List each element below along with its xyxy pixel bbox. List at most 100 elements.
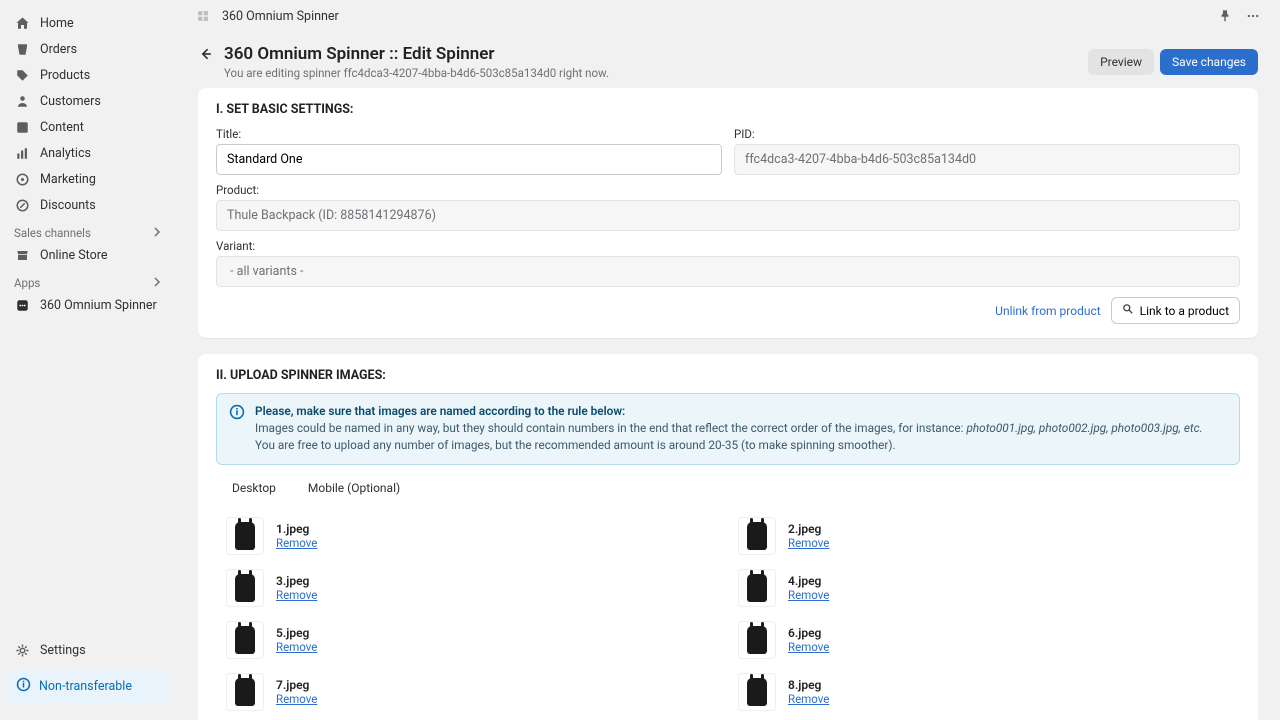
- sidebar-item-online-store[interactable]: Online Store: [0, 242, 176, 268]
- remove-image-link[interactable]: Remove: [788, 640, 829, 654]
- image-filename: 1.jpeg: [276, 522, 317, 536]
- pin-icon[interactable]: [1216, 7, 1234, 25]
- image-filename: 3.jpeg: [276, 574, 317, 588]
- remove-image-link[interactable]: Remove: [276, 588, 317, 602]
- customers-icon: [14, 93, 30, 109]
- remove-image-link[interactable]: Remove: [788, 588, 829, 602]
- sidebar-item-label: Marketing: [40, 172, 96, 187]
- variant-input: [216, 256, 1240, 287]
- chevron-right-icon[interactable]: [152, 276, 162, 290]
- pid-input: [734, 144, 1240, 175]
- image-item: 2.jpegRemove: [738, 515, 1230, 557]
- info-icon: [16, 677, 31, 696]
- tab-mobile[interactable]: Mobile (Optional): [292, 475, 416, 501]
- image-thumbnail: [738, 621, 776, 659]
- link-icon: [1122, 303, 1134, 318]
- image-filename: 2.jpeg: [788, 522, 829, 536]
- section-heading: I. SET BASIC SETTINGS:: [216, 102, 1240, 117]
- section-heading: II. UPLOAD SPINNER IMAGES:: [216, 368, 1240, 383]
- card-basic-settings: I. SET BASIC SETTINGS: Title: PID: Produ…: [198, 88, 1258, 338]
- sidebar-item-discounts[interactable]: Discounts: [0, 192, 176, 218]
- preview-button[interactable]: Preview: [1088, 49, 1154, 75]
- remove-image-link[interactable]: Remove: [788, 692, 829, 706]
- back-button[interactable]: [198, 44, 214, 66]
- sidebar-item-content[interactable]: Content: [0, 114, 176, 140]
- app-breadcrumb-icon: [194, 7, 212, 25]
- section-header-channels: Sales channels: [0, 218, 176, 242]
- sidebar-item-label: Online Store: [40, 248, 107, 263]
- discounts-icon: [14, 197, 30, 213]
- sidebar: Home Orders Products Customers Content A…: [0, 0, 176, 720]
- image-item: 6.jpegRemove: [738, 619, 1230, 661]
- sidebar-item-settings[interactable]: Settings: [0, 637, 176, 663]
- label-variant: Variant:: [216, 239, 1240, 253]
- non-transferable-badge: Non-transferable: [6, 669, 170, 704]
- page-title: 360 Omnium Spinner :: Edit Spinner: [224, 44, 609, 64]
- content-icon: [14, 119, 30, 135]
- sidebar-item-label: Customers: [40, 94, 101, 109]
- sidebar-item-label: 360 Omnium Spinner: [40, 298, 157, 313]
- remove-image-link[interactable]: Remove: [276, 692, 317, 706]
- analytics-icon: [14, 145, 30, 161]
- image-item: 8.jpegRemove: [738, 671, 1230, 713]
- sidebar-item-products[interactable]: Products: [0, 62, 176, 88]
- breadcrumb: 360 Omnium Spinner: [222, 9, 339, 24]
- image-thumbnail: [226, 673, 264, 711]
- image-item: 7.jpegRemove: [226, 671, 718, 713]
- sidebar-item-label: Analytics: [40, 146, 91, 161]
- orders-icon: [14, 41, 30, 57]
- image-filename: 6.jpeg: [788, 626, 829, 640]
- product-input: [216, 200, 1240, 231]
- remove-image-link[interactable]: Remove: [276, 536, 317, 550]
- image-thumbnail: [738, 517, 776, 555]
- card-upload-images: II. UPLOAD SPINNER IMAGES: Please, make …: [198, 354, 1258, 720]
- tab-desktop[interactable]: Desktop: [216, 475, 292, 501]
- info-banner: Please, make sure that images are named …: [216, 393, 1240, 465]
- image-thumbnail: [226, 517, 264, 555]
- sidebar-item-360-omnium[interactable]: 360 Omnium Spinner: [0, 292, 176, 318]
- image-filename: 5.jpeg: [276, 626, 317, 640]
- chevron-right-icon[interactable]: [152, 226, 162, 240]
- sidebar-item-label: Orders: [40, 42, 77, 57]
- label-product: Product:: [216, 183, 1240, 197]
- page-subtitle: You are editing spinner ffc4dca3-4207-4b…: [224, 66, 609, 80]
- sidebar-item-label: Settings: [40, 643, 86, 658]
- link-product-button[interactable]: Link to a product: [1111, 297, 1240, 324]
- home-icon: [14, 15, 30, 31]
- marketing-icon: [14, 171, 30, 187]
- save-button[interactable]: Save changes: [1160, 49, 1258, 75]
- image-thumbnail: [738, 673, 776, 711]
- title-input[interactable]: [216, 144, 722, 175]
- onlinestore-icon: [14, 247, 30, 263]
- image-thumbnail: [226, 569, 264, 607]
- unlink-product-link[interactable]: Unlink from product: [995, 304, 1101, 318]
- remove-image-link[interactable]: Remove: [788, 536, 829, 550]
- info-icon: [229, 404, 245, 454]
- sidebar-item-customers[interactable]: Customers: [0, 88, 176, 114]
- image-filename: 7.jpeg: [276, 678, 317, 692]
- image-filename: 8.jpeg: [788, 678, 829, 692]
- app-icon: [14, 297, 30, 313]
- label-title: Title:: [216, 127, 722, 141]
- sidebar-item-home[interactable]: Home: [0, 10, 176, 36]
- sidebar-item-label: Discounts: [40, 198, 96, 213]
- image-thumbnail: [738, 569, 776, 607]
- remove-image-link[interactable]: Remove: [276, 640, 317, 654]
- products-icon: [14, 67, 30, 83]
- gear-icon: [14, 642, 30, 658]
- sidebar-item-label: Content: [40, 120, 84, 135]
- image-filename: 4.jpeg: [788, 574, 829, 588]
- sidebar-item-orders[interactable]: Orders: [0, 36, 176, 62]
- image-item: 5.jpegRemove: [226, 619, 718, 661]
- label-pid: PID:: [734, 127, 1240, 141]
- more-icon[interactable]: [1244, 7, 1262, 25]
- sidebar-item-label: Products: [40, 68, 90, 83]
- image-thumbnail: [226, 621, 264, 659]
- image-item: 3.jpegRemove: [226, 567, 718, 609]
- sidebar-item-label: Home: [40, 16, 74, 31]
- image-item: 1.jpegRemove: [226, 515, 718, 557]
- sidebar-item-analytics[interactable]: Analytics: [0, 140, 176, 166]
- topbar: 360 Omnium Spinner: [176, 0, 1280, 32]
- sidebar-item-marketing[interactable]: Marketing: [0, 166, 176, 192]
- section-header-apps: Apps: [0, 268, 176, 292]
